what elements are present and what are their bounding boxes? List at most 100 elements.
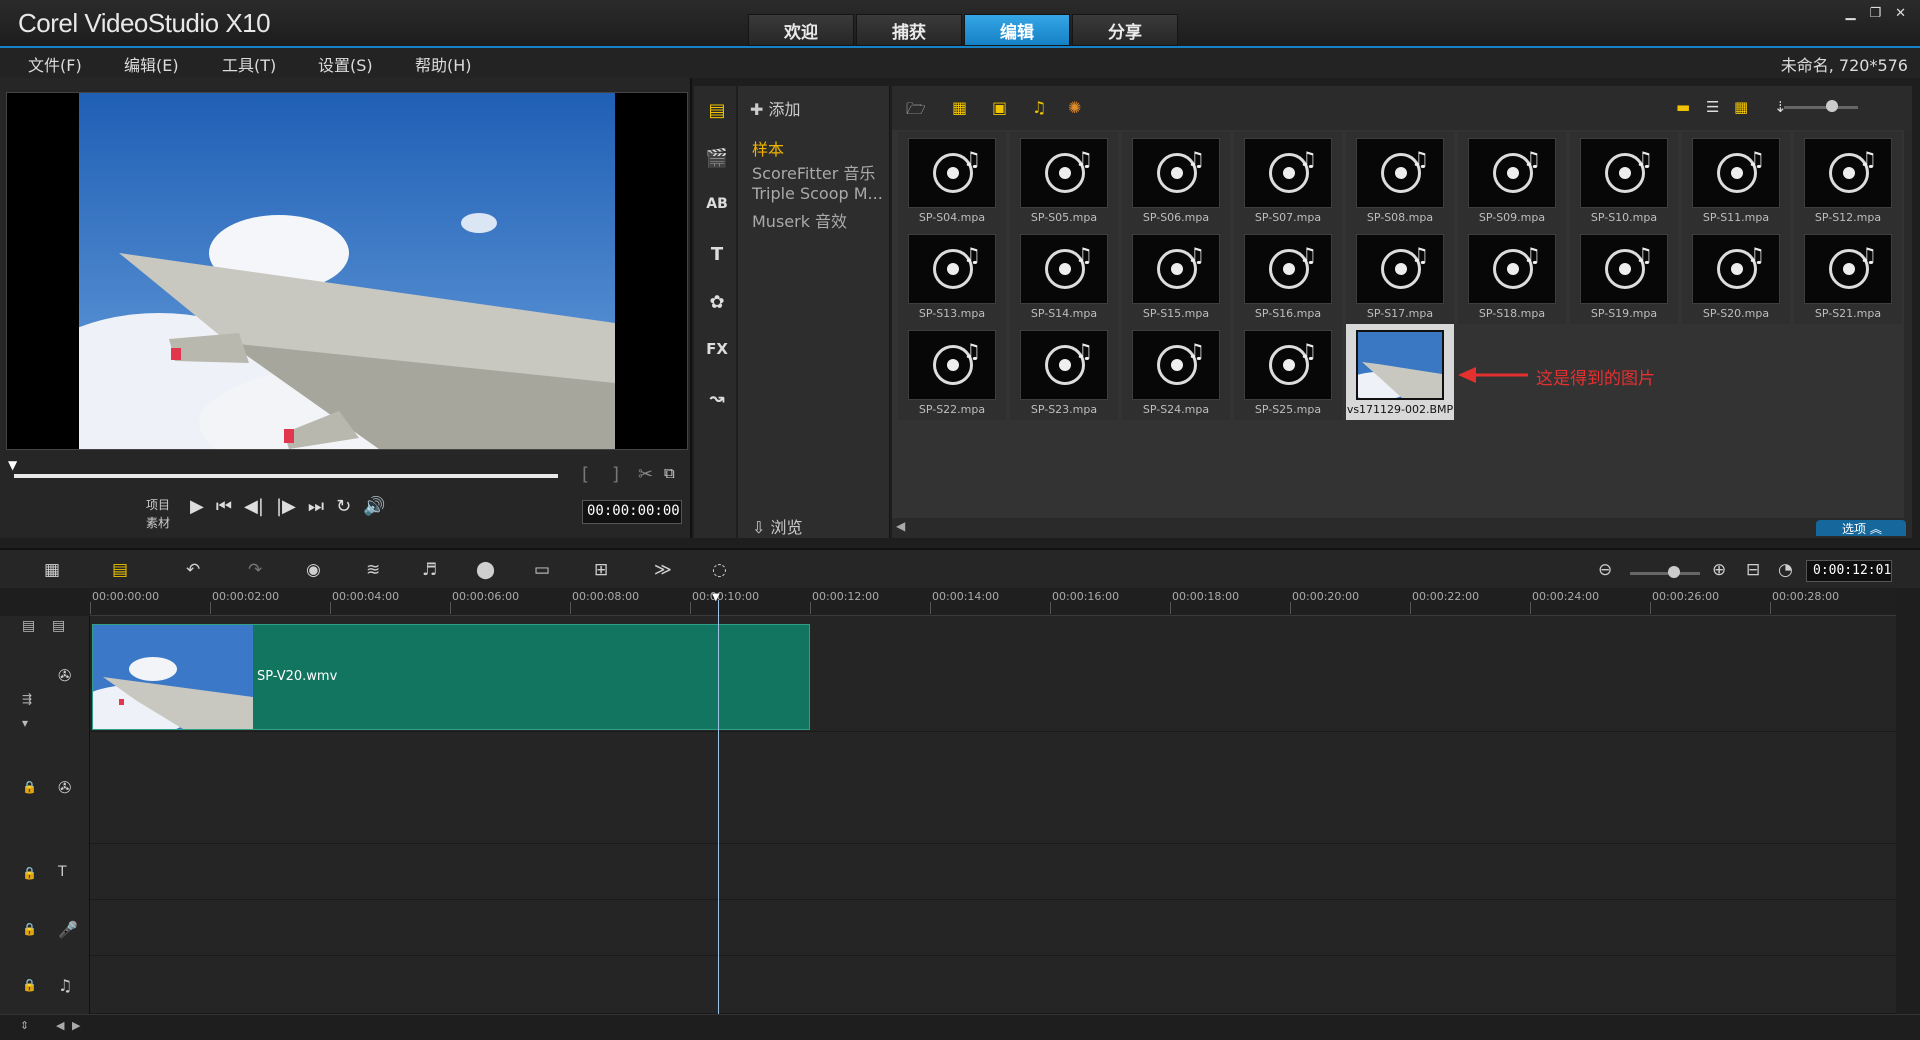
media-thumbnail-audio[interactable]: ♫ SP-S20.mpa	[1682, 228, 1790, 324]
sound-mixer-icon[interactable]: ≋	[366, 560, 380, 580]
folder-icon[interactable]: 🗁	[906, 98, 926, 125]
music-track[interactable]	[90, 956, 1896, 1014]
undo-icon[interactable]: ↶	[186, 560, 200, 580]
ripple-dropdown-icon[interactable]: ▾	[22, 716, 28, 730]
media-thumbnail-image[interactable]: vs171129-002.BMP	[1344, 324, 1454, 420]
fit-project-icon[interactable]: ⊟	[1746, 560, 1760, 580]
media-thumbnail-audio[interactable]: ♫ SP-S23.mpa	[1010, 324, 1118, 420]
end-icon[interactable]: ⏭	[308, 496, 324, 517]
redo-icon[interactable]: ↷	[248, 560, 262, 580]
media-thumbnail-audio[interactable]: ♫ SP-S19.mpa	[1570, 228, 1678, 324]
media-thumbnail-audio[interactable]: ♫ SP-S08.mpa	[1346, 132, 1454, 228]
add-folder-button[interactable]: ✚ 添加	[750, 96, 801, 120]
split-clip-icon[interactable]: ✂	[638, 464, 653, 485]
overlay-lock-icon[interactable]: 🔒	[22, 780, 37, 794]
media-thumbnail-audio[interactable]: ♫ SP-S16.mpa	[1234, 228, 1342, 324]
storyboard-view-icon[interactable]: ▦	[44, 560, 60, 580]
menu-help[interactable]: 帮助(H)	[415, 52, 472, 76]
speed-icon[interactable]: ≫	[654, 560, 672, 580]
media-thumbnail-audio[interactable]: ♫ SP-S06.mpa	[1122, 132, 1230, 228]
zoom-in-icon[interactable]: ⊕	[1712, 560, 1726, 580]
tab-share[interactable]: 分享	[1072, 14, 1178, 46]
mask-icon[interactable]: ◌	[712, 560, 727, 580]
media-thumbnail-audio[interactable]: ♫ SP-S22.mpa	[898, 324, 1006, 420]
playhead[interactable]	[718, 600, 719, 1014]
media-thumbnail-audio[interactable]: ♫ SP-S12.mpa	[1794, 132, 1902, 228]
music-lock-icon[interactable]: 🔒	[22, 978, 37, 992]
library-scrollbar[interactable]	[1904, 130, 1912, 520]
media-thumbnail-audio[interactable]: ♫ SP-S13.mpa	[898, 228, 1006, 324]
view-grid-icon[interactable]: ▦	[1734, 98, 1748, 116]
media-thumbnail-audio[interactable]: ♫ SP-S15.mpa	[1122, 228, 1230, 324]
preview-timecode[interactable]: 00:00:00:00	[582, 500, 682, 524]
browse-button[interactable]: ⇩ 浏览	[752, 514, 803, 538]
motion-tracking-icon[interactable]: ⬤	[476, 560, 495, 580]
ripple-edit-icon[interactable]: ⇶	[22, 692, 32, 706]
add-chapter-icon[interactable]: ▤	[52, 618, 65, 634]
media-thumbnail-audio[interactable]: ♫ SP-S25.mpa	[1234, 324, 1342, 420]
timeline-ruler[interactable]: 00:00:00:00 00:00:02:00 00:00:04:00 00:00:0…	[90, 588, 1896, 616]
options-button[interactable]: 选项 ︽	[1816, 520, 1906, 536]
thumbnail-size-knob[interactable]	[1826, 100, 1838, 112]
play-icon[interactable]: ▶	[190, 496, 204, 517]
media-thumbnail-audio[interactable]: ♫ SP-S24.mpa	[1122, 324, 1230, 420]
subtitle-editor-icon[interactable]: ▭	[534, 560, 550, 580]
menu-edit[interactable]: 编辑(E)	[124, 52, 179, 76]
scrubber-bar[interactable]	[14, 474, 558, 478]
media-thumbnail-audio[interactable]: ♫ SP-S05.mpa	[1010, 132, 1118, 228]
tab-edit[interactable]: 编辑	[964, 14, 1070, 46]
media-thumbnail-audio[interactable]: ♫ SP-S21.mpa	[1794, 228, 1902, 324]
mode-project-label[interactable]: 项目	[146, 496, 170, 514]
media-thumbnail-audio[interactable]: ♫ SP-S18.mpa	[1458, 228, 1566, 324]
multi-camera-icon[interactable]: ⊞	[594, 560, 608, 580]
minimize-icon[interactable]: ▁	[1845, 6, 1855, 21]
path-icon[interactable]: ↝	[704, 388, 730, 414]
enlarge-preview-icon[interactable]: ⧉	[664, 464, 675, 482]
media-icon[interactable]: ▤	[704, 100, 730, 126]
media-thumbnail-audio[interactable]: ♫ SP-S14.mpa	[1010, 228, 1118, 324]
title-icon[interactable]: T	[704, 244, 730, 270]
play-mode-selector[interactable]: 项目 素材	[146, 496, 170, 532]
record-capture-icon[interactable]: ◉	[306, 560, 321, 580]
zoom-knob[interactable]	[1668, 566, 1680, 578]
next-frame-icon[interactable]: |▶	[276, 496, 296, 517]
folder-triple-scoop[interactable]: Triple Scoop M...	[752, 184, 883, 203]
tab-welcome[interactable]: 欢迎	[748, 14, 854, 46]
scroll-right-icon[interactable]: ▶	[72, 1019, 80, 1032]
home-icon[interactable]: ⏮	[216, 496, 232, 517]
media-thumbnail-audio[interactable]: ♫ SP-S10.mpa	[1570, 132, 1678, 228]
title-track[interactable]	[90, 844, 1896, 900]
media-thumbnail-audio[interactable]: ♫ SP-S07.mpa	[1234, 132, 1342, 228]
track-manager-icon[interactable]: ▤	[22, 618, 35, 634]
auto-music-icon[interactable]: ♬	[422, 560, 437, 580]
voice-lock-icon[interactable]: 🔒	[22, 922, 37, 936]
media-thumbnail-audio[interactable]: ♫ SP-S11.mpa	[1682, 132, 1790, 228]
previous-frame-icon[interactable]: ◀|	[244, 496, 264, 517]
media-thumbnail-audio[interactable]: ♫ SP-S04.mpa	[898, 132, 1006, 228]
thumbnail-size-slider[interactable]	[1784, 106, 1858, 109]
show-videos-icon[interactable]: ▦	[952, 98, 967, 117]
timeline-timecode[interactable]: 0:00:12:01	[1806, 560, 1892, 582]
media-thumbnail-audio[interactable]: ♫ SP-S09.mpa	[1458, 132, 1566, 228]
volume-icon[interactable]: 🔊	[363, 496, 385, 517]
repeat-icon[interactable]: ↻	[336, 496, 351, 517]
graphic-icon[interactable]: ✿	[704, 292, 730, 318]
folder-scorefitter[interactable]: ScoreFitter 音乐	[752, 160, 875, 184]
timeline-view-icon[interactable]: ▤	[112, 560, 128, 580]
filter-icon[interactable]: FX	[704, 340, 730, 366]
overlay-track[interactable]	[90, 732, 1896, 844]
title-lock-icon[interactable]: 🔒	[22, 866, 37, 880]
media-thumbnail-audio[interactable]: ♫ SP-S17.mpa	[1346, 228, 1454, 324]
tab-capture[interactable]: 捕获	[856, 14, 962, 46]
view-list-icon[interactable]: ☰	[1706, 98, 1719, 116]
menu-settings[interactable]: 设置(S)	[318, 52, 373, 76]
mark-in-icon[interactable]: [	[582, 464, 589, 485]
mark-out-icon[interactable]: ]	[612, 464, 619, 485]
zoom-out-icon[interactable]: ⊖	[1598, 560, 1612, 580]
zoom-slider[interactable]	[1630, 572, 1700, 575]
restore-icon[interactable]: ❐	[1869, 6, 1881, 21]
folder-samples[interactable]: 样本	[752, 136, 784, 160]
menu-file[interactable]: 文件(F)	[28, 52, 82, 76]
scrubber-handle[interactable]: ▼	[8, 458, 20, 472]
close-icon[interactable]: ✕	[1895, 6, 1906, 21]
